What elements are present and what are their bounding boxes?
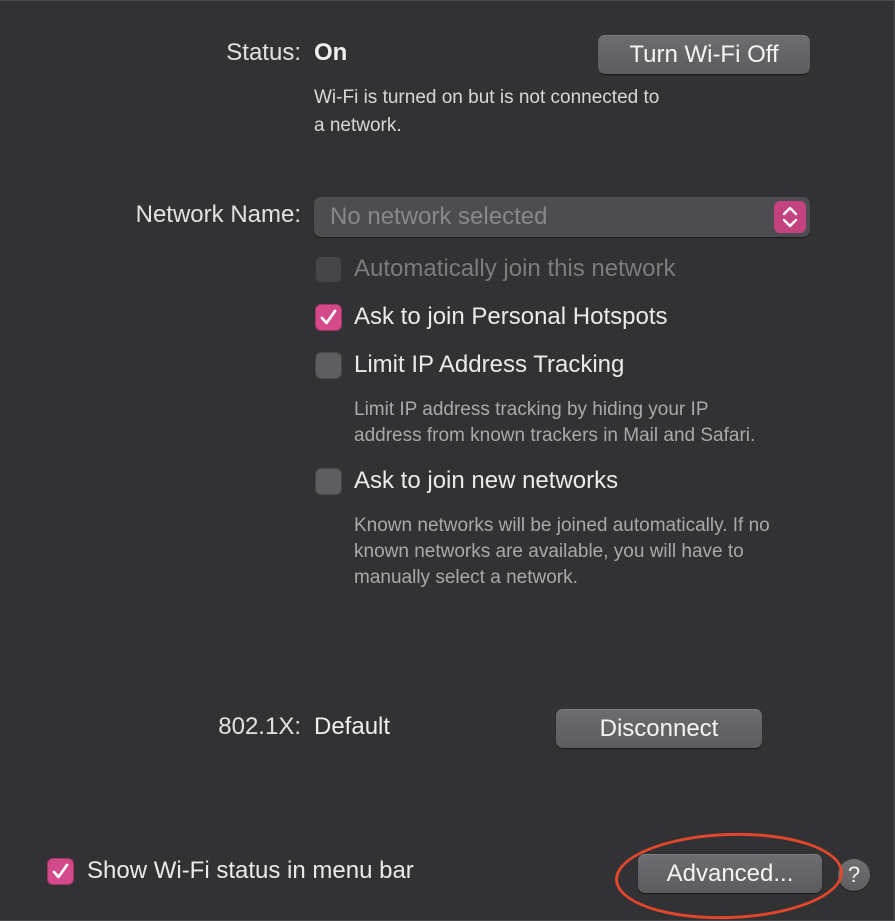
checkmark-icon [52, 863, 69, 879]
show-menu-bar-checkbox[interactable] [47, 858, 74, 885]
personal-hotspots-checkbox[interactable] [315, 304, 342, 331]
disconnect-button[interactable]: Disconnect [556, 709, 762, 748]
new-networks-help-line1: Known networks will be joined automatica… [354, 515, 770, 536]
wifi-settings-panel: Status: On Turn Wi-Fi Off Wi-Fi is turne… [0, 0, 895, 921]
show-menu-bar-label: Show Wi-Fi status in menu bar [87, 857, 414, 884]
network-name-placeholder: No network selected [330, 203, 548, 230]
dot1x-value: Default [314, 713, 391, 740]
status-description-line2: a network. [314, 115, 402, 136]
status-description-line1: Wi-Fi is turned on but is not connected … [314, 87, 660, 108]
new-networks-help-line3: manually select a network. [354, 567, 578, 588]
status-value: On [314, 39, 348, 66]
question-mark-icon[interactable]: ? [838, 859, 870, 891]
ask-new-networks-checkbox[interactable] [315, 468, 342, 495]
limit-ip-help-line2: address from known trackers in Mail and … [354, 425, 756, 446]
status-label: Status: [226, 39, 301, 66]
checkmark-icon [320, 309, 337, 325]
limit-ip-tracking-checkbox[interactable] [315, 352, 342, 379]
personal-hotspots-label: Ask to join Personal Hotspots [354, 303, 668, 330]
advanced-button[interactable]: Advanced... [638, 854, 822, 893]
auto-join-label: Automatically join this network [354, 255, 676, 282]
auto-join-checkbox[interactable] [315, 256, 342, 283]
network-name-select[interactable]: No network selected [314, 197, 810, 237]
new-networks-help-line2: known networks are available, you will h… [354, 541, 744, 562]
network-name-label: Network Name: [135, 201, 301, 228]
dot1x-label: 802.1X: [218, 713, 301, 740]
limit-ip-help-line1: Limit IP address tracking by hiding your… [354, 399, 709, 420]
ask-new-networks-label: Ask to join new networks [354, 467, 619, 494]
limit-ip-tracking-label: Limit IP Address Tracking [354, 351, 625, 378]
chevron-up-down-icon [774, 201, 806, 233]
turn-wifi-off-button[interactable]: Turn Wi-Fi Off [598, 35, 810, 74]
